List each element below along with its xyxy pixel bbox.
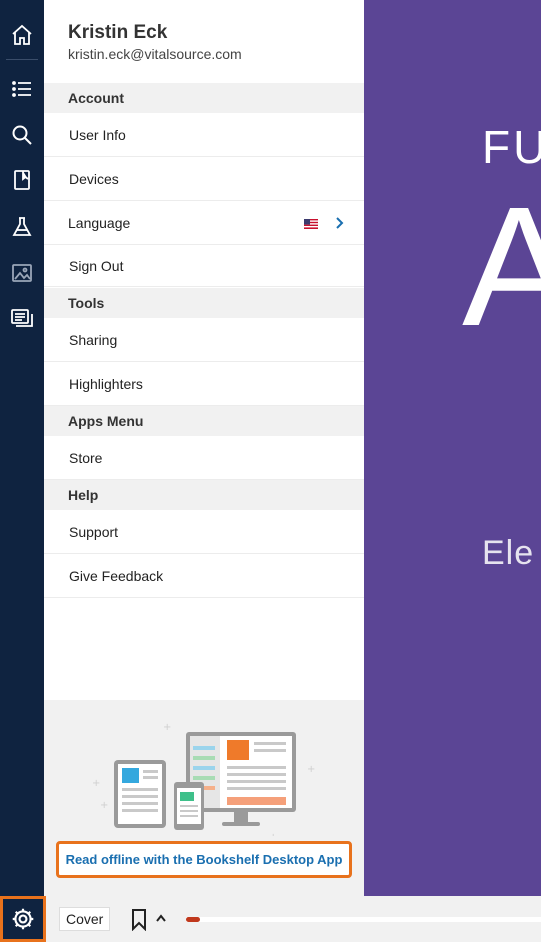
page-bookmarks-button[interactable] [0,160,44,200]
cover-title-line: FU [482,121,541,173]
reader-bottom-bar: Cover [0,896,541,942]
chevron-right-icon [336,217,344,229]
menu-item-support[interactable]: Support [44,510,364,554]
svg-text:+: + [100,800,108,811]
lab-button[interactable] [0,207,44,247]
lab-flask-icon [12,217,32,236]
contents-button[interactable] [0,69,44,109]
home-icon [12,24,32,45]
side-navigation-rail [0,0,44,896]
reading-progress-fill [186,917,201,922]
chevron-up-icon[interactable] [155,913,167,923]
menu-item-give-feedback[interactable]: Give Feedback [44,554,364,598]
home-button[interactable] [0,15,44,55]
us-flag-icon [304,219,318,229]
desktop-app-link[interactable]: Read offline with the Bookshelf Desktop … [56,841,352,878]
svg-text:+: + [269,832,277,836]
settings-button[interactable] [0,896,46,942]
devices-illustration: +++++ [92,722,315,836]
svg-text:+: + [163,722,171,733]
menu-item-sign-out[interactable]: Sign Out [44,245,364,287]
user-header: Kristin Eck kristin.eck@vitalsource.com [68,22,242,62]
bookmark-icon[interactable] [131,909,147,931]
book-cover-page: FU A Ele [364,0,541,896]
user-name: Kristin Eck [68,22,168,43]
figures-button[interactable] [0,253,44,293]
menu-item-highlighters[interactable]: Highlighters [44,362,364,406]
settings-panel: Kristin Eck kristin.eck@vitalsource.com … [44,0,364,896]
menu-item-label: Sign Out [69,257,124,274]
menu-item-label: Sharing [69,331,118,348]
image-gallery-icon [12,264,32,282]
menu-item-user-info[interactable]: User Info [44,113,364,157]
menu-item-label: Give Feedback [69,567,164,584]
desktop-app-promo: +++++ [44,700,364,896]
menu-item-label: Store [69,449,103,466]
menu-item-language[interactable]: Language [44,201,364,245]
flashcards-button[interactable] [0,298,44,338]
gear-icon [12,908,34,930]
user-email: kristin.eck@vitalsource.com [68,46,242,62]
menu-item-store[interactable]: Store [44,436,364,480]
contents-list-icon [12,81,31,97]
svg-text:+: + [92,778,100,789]
cover-title-large: A [462,172,541,362]
section-account: Account [44,83,364,113]
menu-item-label: Support [69,523,119,540]
reading-progress-slider[interactable] [186,917,541,922]
menu-item-devices[interactable]: Devices [44,157,364,201]
menu-item-label: Language [68,214,131,231]
rail-divider [6,59,38,60]
menu-item-sharing[interactable]: Sharing [44,318,364,362]
section-tools: Tools [44,288,364,318]
flashcards-icon [11,309,33,327]
search-button[interactable] [0,115,44,155]
menu-item-label: Highlighters [69,375,143,392]
section-apps-menu: Apps Menu [44,406,364,436]
bookmark-page-icon [14,170,30,190]
section-help: Help [44,480,364,510]
location-button[interactable]: Cover [59,907,111,931]
cover-subtitle: Ele [482,534,535,572]
svg-text:+: + [307,764,315,775]
search-icon [12,125,32,145]
menu-item-label: Devices [69,170,119,187]
menu-item-label: User Info [69,126,126,143]
